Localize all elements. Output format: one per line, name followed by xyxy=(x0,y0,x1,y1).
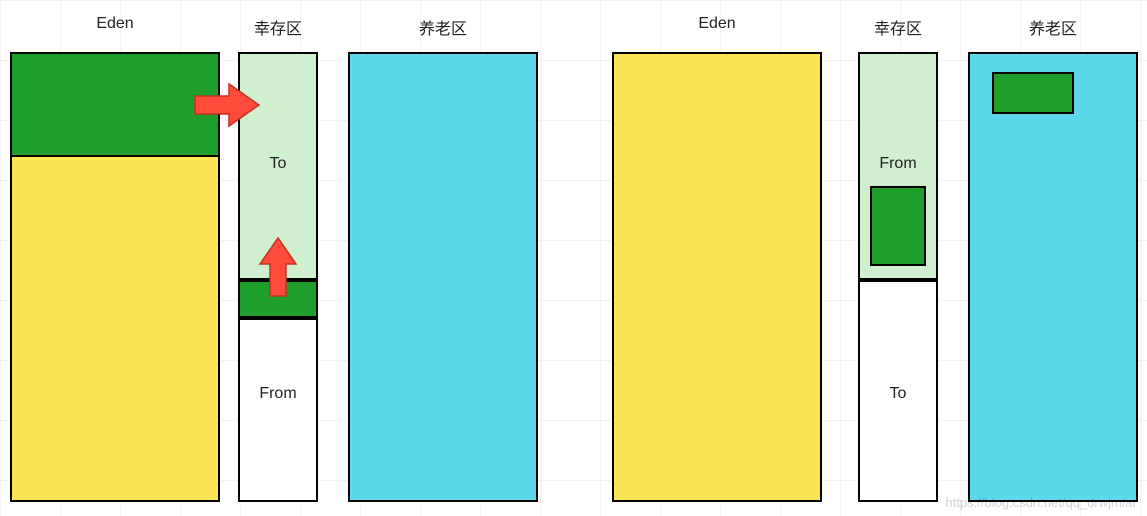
right-old-green-inner xyxy=(992,72,1074,114)
right-eden-yellow xyxy=(612,52,822,502)
right-eden-title: Eden xyxy=(612,15,822,33)
right-survivor-title: 幸存区 xyxy=(858,15,938,39)
arrow-up-icon xyxy=(258,236,298,298)
left-survivor-title: 幸存区 xyxy=(238,15,318,39)
left-survivor-from-label: From xyxy=(238,385,318,403)
left-survivor-from xyxy=(238,318,318,502)
left-old-cyan xyxy=(348,52,538,502)
right-survivor-from-label: From xyxy=(858,155,938,173)
arrow-right-icon xyxy=(193,82,261,128)
left-eden-title: Eden xyxy=(10,15,220,33)
left-survivor-to-label: To xyxy=(238,155,318,173)
watermark-text: https://blog.csdn.net/qq_drwjm/ar xyxy=(946,495,1138,510)
right-old-title: 养老区 xyxy=(968,15,1138,39)
left-old-title: 养老区 xyxy=(348,15,538,39)
right-survivor-to-label: To xyxy=(858,385,938,403)
right-old-cyan xyxy=(968,52,1138,502)
right-survivor-green-inner xyxy=(870,186,926,266)
left-eden-green-top xyxy=(10,52,220,157)
